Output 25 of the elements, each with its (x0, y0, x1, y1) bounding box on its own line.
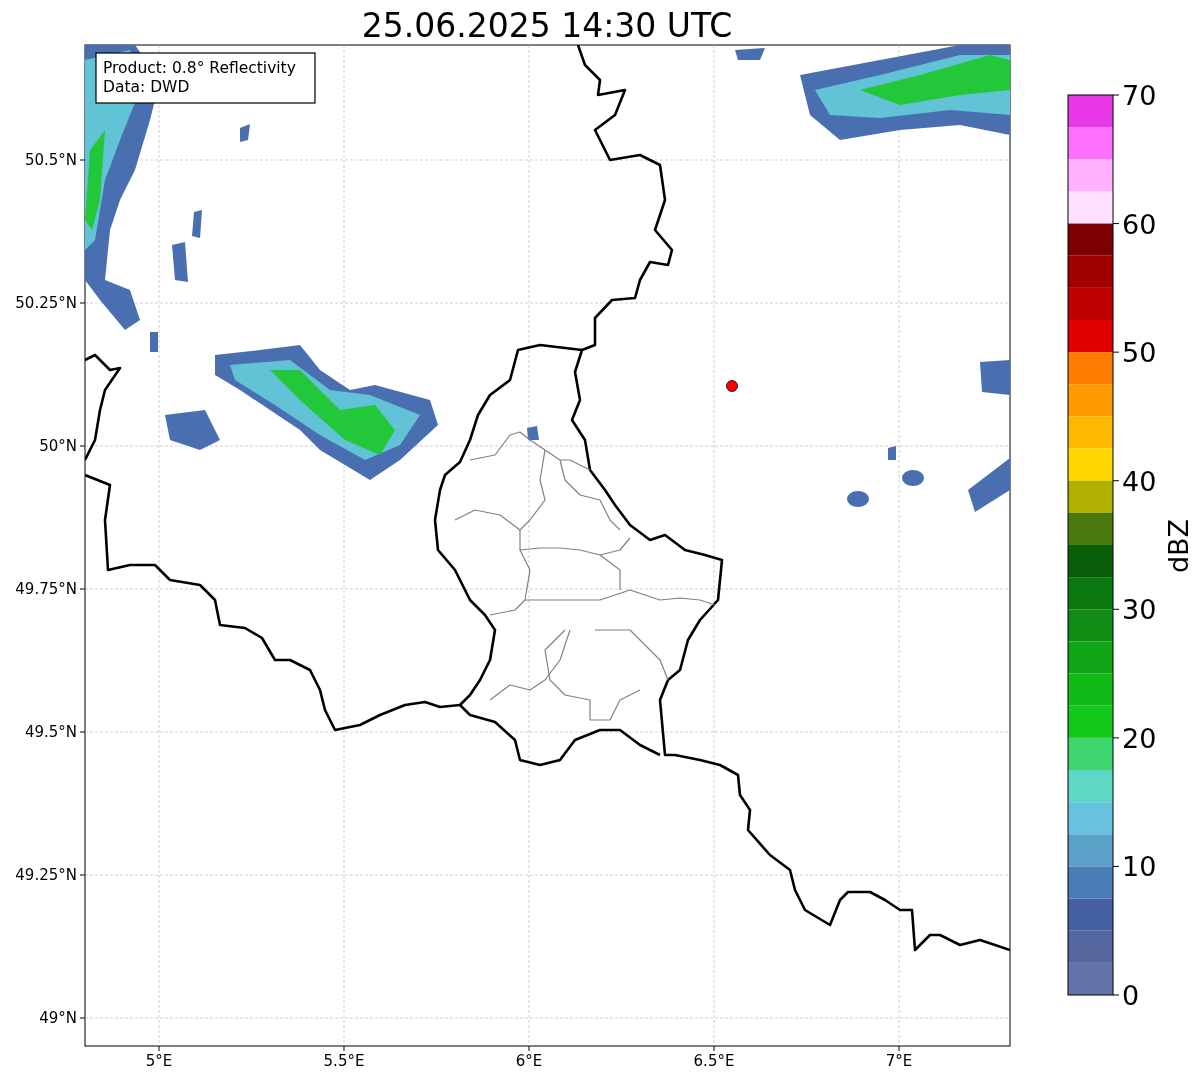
axis-tick-label: 49°N (39, 1009, 77, 1027)
axis-tick-label: 49.5°N (24, 723, 77, 741)
colorbar-label: dBZ (1163, 518, 1194, 574)
info-text: Data: DWD (103, 78, 190, 96)
colorbar-tick-label: 40 (1122, 465, 1157, 497)
colorbar-tick-label: 20 (1122, 722, 1157, 754)
axis-tick-label: 7°E (885, 1052, 913, 1070)
colorbar-tick-label: 10 (1122, 851, 1157, 883)
colorbar-tick-label: 0 (1122, 980, 1140, 1011)
colorbar-tick-label: 50 (1122, 337, 1157, 369)
axis-tick-label: 50.5°N (24, 151, 77, 169)
axis-tick-label: 5.5°E (323, 1052, 365, 1070)
axis-tick-label: 6.5°E (693, 1052, 735, 1070)
axis-tick-label: 49.75°N (15, 580, 77, 598)
plot-title: 25.06.2025 14:30 UTC (361, 6, 733, 45)
axis-tick-label: 49.25°N (15, 866, 77, 884)
axis-tick-label: 5°E (145, 1052, 173, 1070)
colorbar-tick-label: 30 (1122, 594, 1157, 626)
axis-tick-label: 50°N (39, 437, 77, 455)
axis-tick-label: 50.25°N (15, 294, 77, 312)
info-text: Product: 0.8° Reflectivity (103, 59, 296, 77)
colorbar-tick-label: 70 (1122, 80, 1157, 111)
location-marker (726, 380, 738, 392)
axis-tick-label: 6°E (515, 1052, 543, 1070)
colorbar-tick-label: 60 (1122, 208, 1157, 240)
